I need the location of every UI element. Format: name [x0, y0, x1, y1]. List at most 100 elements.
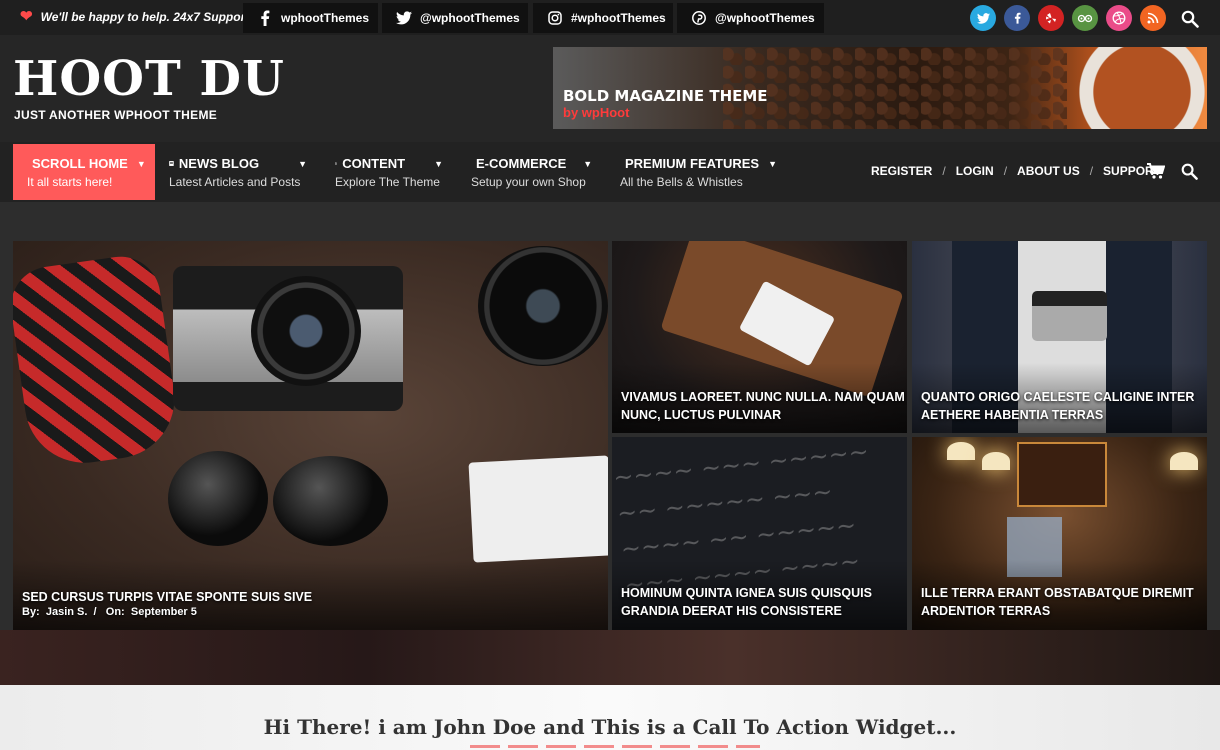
tripadvisor-circle-icon[interactable] — [1072, 5, 1098, 31]
support-text: We'll be happy to help. 24x7 Support! — [40, 9, 254, 24]
lens-image — [478, 246, 608, 366]
menu-item-title: E-COMMERCE — [476, 156, 567, 171]
rss-circle-icon[interactable] — [1140, 5, 1166, 31]
featured-post-small[interactable]: QUANTO ORIGO CAELESTE CALIGINE INTER AET… — [912, 241, 1207, 433]
facebook-icon — [257, 10, 273, 26]
pinterest-link[interactable]: @wphootThemes — [677, 3, 824, 33]
menu-item-scroll-home[interactable]: SCROLL HOME ▼ It all starts here! — [13, 144, 155, 200]
bowtie-image — [13, 251, 183, 471]
login-link[interactable]: LOGIN — [956, 164, 994, 178]
chevron-down-icon: ▼ — [298, 158, 307, 169]
post-title[interactable]: SED CURSUS TURPIS VITAE SPONTE SUIS SIVE — [22, 588, 312, 606]
secondary-links: REGISTER / LOGIN / ABOUT US / SUPPORT — [871, 164, 1161, 178]
featured-post-small[interactable]: VIVAMUS LAOREET. NUNC NULLA. NAM QUAM NU… — [612, 241, 907, 433]
post-title[interactable]: QUANTO ORIGO CAELESTE CALIGINE INTER AET… — [921, 388, 1194, 424]
menu-item-subtitle: Latest Articles and Posts — [169, 175, 301, 189]
featured-post-small[interactable]: ~~~~ ~~~ ~~~~~~~ ~~~~~ ~~~~~~~ ~~ ~~~~~~… — [612, 437, 907, 630]
post-title-line: HOMINUM QUINTA IGNEA SUIS QUISQUIS — [621, 586, 872, 600]
camera-image — [1032, 291, 1107, 341]
post-title[interactable]: HOMINUM QUINTA IGNEA SUIS QUISQUIS GRAND… — [621, 584, 872, 620]
chevron-down-icon: ▼ — [136, 158, 146, 169]
coffee-cup-image — [1057, 47, 1207, 129]
search-icon[interactable] — [1181, 10, 1199, 28]
facebook-circle-icon[interactable] — [1004, 5, 1030, 31]
menu-item-content[interactable]: CONTENT ▼ Explore The Theme — [321, 144, 457, 200]
post-title[interactable]: ILLE TERRA ERANT OBSTABATQUE DIREMIT ARD… — [921, 584, 1194, 620]
menu-item-title: CONTENT — [342, 156, 406, 171]
camera-image — [173, 266, 403, 411]
search-icon[interactable] — [1181, 163, 1198, 180]
menu-item-title: SCROLL HOME — [32, 156, 128, 171]
post-title[interactable]: VIVAMUS LAOREET. NUNC NULLA. NAM QUAM NU… — [621, 388, 905, 424]
cta-subtext-fragment — [470, 745, 760, 748]
lamp-image — [982, 452, 1010, 470]
support-message: ❤ We'll be happy to help. 24x7 Support! — [20, 9, 253, 24]
menu-item-premium-features[interactable]: PREMIUM FEATURES ▼ All the Bells & Whistl… — [606, 144, 784, 200]
featured-post-large[interactable]: SED CURSUS TURPIS VITAE SPONTE SUIS SIVE… — [13, 241, 608, 630]
menu-item-subtitle: Explore The Theme — [335, 175, 440, 189]
document-icon — [335, 162, 338, 165]
pinterest-icon — [691, 10, 707, 26]
site-title[interactable]: HOOT DU — [13, 55, 285, 103]
about-us-link[interactable]: ABOUT US — [1017, 164, 1080, 178]
yelp-circle-icon[interactable] — [1038, 5, 1064, 31]
featured-post-small[interactable]: ILLE TERRA ERANT OBSTABATQUE DIREMIT ARD… — [912, 437, 1207, 630]
facebook-link[interactable]: wphootThemes — [243, 3, 378, 33]
author-label: By: — [22, 606, 40, 618]
instagram-link[interactable]: #wphootThemes — [533, 3, 673, 33]
menu-item-subtitle: It all starts here! — [27, 175, 113, 189]
background-blur-strip — [0, 630, 1220, 685]
sunglasses-image — [273, 456, 388, 546]
post-title-line: GRANDIA DEERAT HIS CONSISTERE — [621, 604, 842, 618]
twitter-circle-icon[interactable] — [970, 5, 996, 31]
date-label: On: — [105, 606, 125, 618]
post-title-line: NUNC, LUCTUS PULVINAR — [621, 408, 782, 422]
post-author[interactable]: Jasin S. — [46, 606, 88, 618]
menu-item-e-commerce[interactable]: E-COMMERCE ▼ Setup your own Shop — [457, 144, 606, 200]
lamp-image — [1170, 452, 1198, 470]
link-separator: / — [1003, 164, 1008, 178]
banner-subtitle: by wpHoot — [563, 105, 630, 120]
chevron-down-icon: ▼ — [434, 158, 443, 169]
twitter-link[interactable]: @wphootThemes — [382, 3, 528, 33]
shopping-cart-icon[interactable] — [1147, 163, 1165, 179]
cta-title: Hi There! i am John Doe and This is a Ca… — [263, 715, 957, 739]
menu-item-subtitle: All the Bells & Whistles — [620, 175, 743, 189]
banner-title: BOLD MAGAZINE THEME — [563, 87, 768, 105]
instagram-icon — [547, 10, 563, 26]
call-to-action-section: Hi There! i am John Doe and This is a Ca… — [0, 685, 1220, 750]
facebook-label: wphootThemes — [281, 11, 370, 25]
post-title-line: ARDENTIOR TERRAS — [921, 604, 1051, 618]
menu-item-subtitle: Setup your own Shop — [471, 175, 586, 189]
chevron-down-icon: ▼ — [583, 158, 593, 169]
twitter-label: @wphootThemes — [420, 11, 520, 25]
top-bar: ❤ We'll be happy to help. 24x7 Support! … — [0, 0, 1220, 35]
menu-item-title: NEWS BLOG — [178, 156, 260, 171]
site-tagline: JUST ANOTHER WPHOOT THEME — [14, 108, 218, 122]
instagram-label: #wphootThemes — [571, 11, 666, 25]
post-meta: By: Jasin S. / On: September 5 — [22, 606, 197, 618]
post-title-line: AETHERE HABENTIA TERRAS — [921, 408, 1104, 422]
heart-icon: ❤ — [20, 8, 33, 25]
pinterest-label: @wphootThemes — [715, 11, 815, 25]
sunglasses-image — [168, 451, 268, 546]
post-date: September 5 — [130, 606, 197, 618]
coffee-beans-image — [723, 47, 1067, 129]
register-link[interactable]: REGISTER — [871, 164, 932, 178]
post-title-line: QUANTO ORIGO CAELESTE CALIGINE INTER — [921, 390, 1195, 404]
dribbble-circle-icon[interactable] — [1106, 5, 1132, 31]
main-navigation: SCROLL HOME ▼ It all starts here! NEWS BL… — [0, 142, 1220, 202]
menu-board-image — [1017, 442, 1107, 507]
lamp-image — [947, 442, 975, 460]
link-separator: / — [1089, 164, 1094, 178]
blog-icon — [169, 161, 174, 166]
playing-card-image — [468, 455, 608, 563]
site-header: HOOT DU JUST ANOTHER WPHOOT THEME BOLD M… — [0, 35, 1220, 142]
post-title-line: VIVAMUS LAOREET. NUNC NULLA. NAM QUAM — [621, 390, 905, 404]
twitter-icon — [396, 10, 412, 26]
menu-item-news-blog[interactable]: NEWS BLOG ▼ Latest Articles and Posts — [155, 144, 321, 200]
post-title-line: ILLE TERRA ERANT OBSTABATQUE DIREMIT — [921, 586, 1194, 600]
link-separator: / — [942, 164, 946, 178]
chevron-down-icon: ▼ — [768, 158, 778, 169]
header-banner-ad[interactable]: BOLD MAGAZINE THEME by wpHoot — [553, 47, 1207, 129]
